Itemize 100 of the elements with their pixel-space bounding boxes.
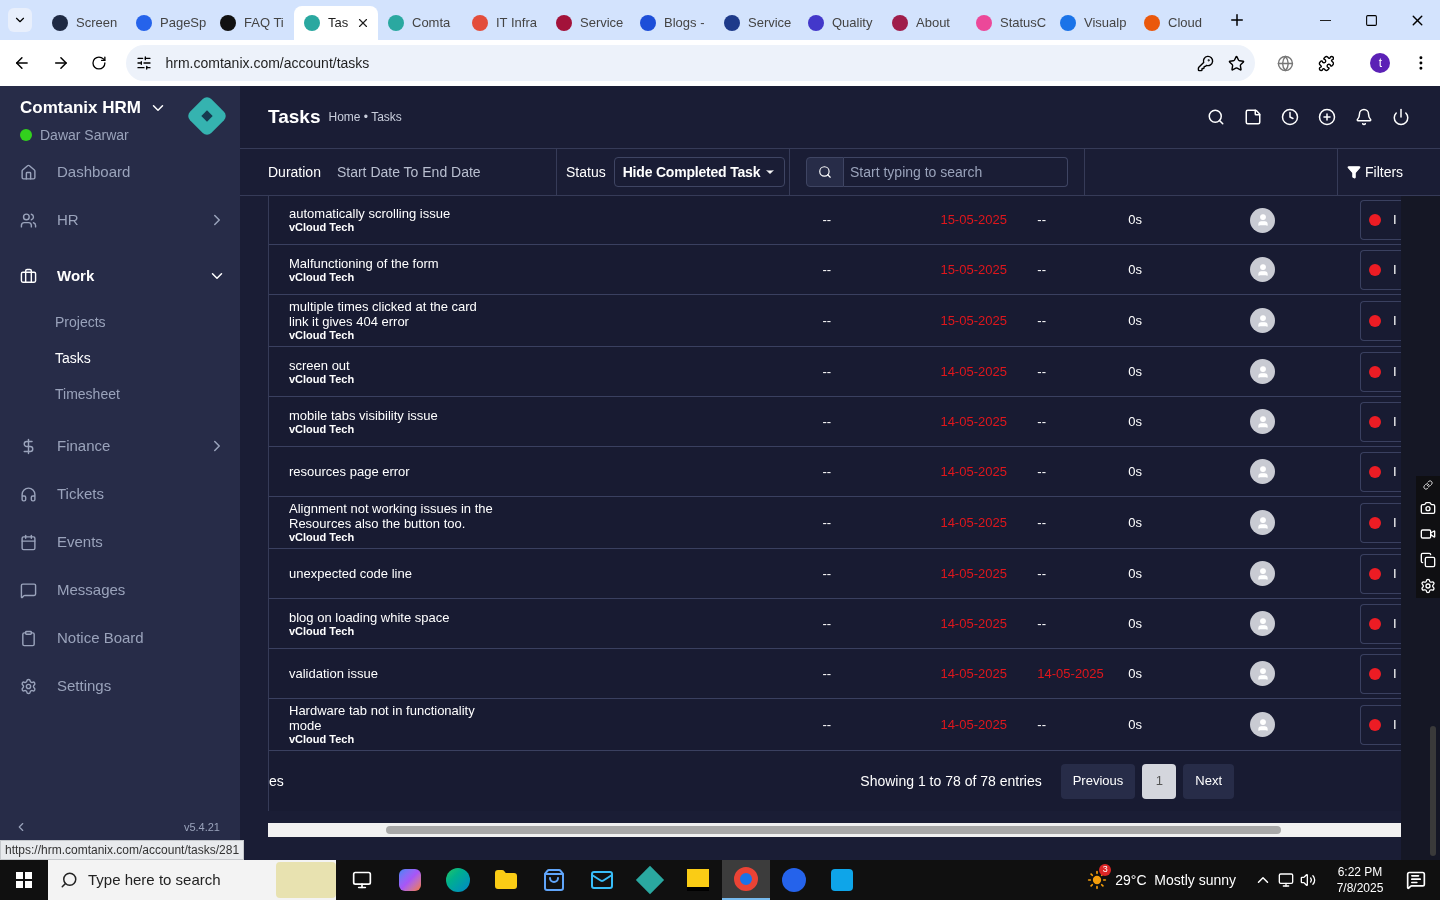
task-title[interactable]: Malfunctioning of the form <box>289 255 499 271</box>
search-icon[interactable] <box>1207 108 1225 126</box>
nav-item[interactable]: HR <box>0 196 240 244</box>
nav-item[interactable]: Finance <box>0 422 240 470</box>
tab-title: About <box>916 14 950 33</box>
status-button[interactable]: I <box>1360 553 1401 594</box>
copy-icon[interactable] <box>1420 552 1436 568</box>
browser-tab[interactable]: Comta <box>378 6 462 40</box>
status-button[interactable]: I <box>1360 300 1401 341</box>
browser-tab[interactable]: IT Infra <box>462 6 546 40</box>
weather-badge: 3 <box>1099 864 1112 876</box>
task-title[interactable]: blog on loading white space <box>289 609 499 625</box>
bell-icon[interactable] <box>1355 108 1373 126</box>
nav-subitem[interactable]: Projects <box>0 304 240 340</box>
task-title[interactable]: mobile tabs visibility issue <box>289 407 499 423</box>
nav-item[interactable]: Tickets <box>0 470 240 518</box>
tab-title: Tas <box>328 14 349 33</box>
browser-tab[interactable]: Service <box>546 6 630 40</box>
power-icon[interactable] <box>1392 108 1410 126</box>
nav-item[interactable]: Events <box>0 518 240 566</box>
reload-icon[interactable] <box>90 55 107 71</box>
browser-tab[interactable]: Service <box>714 6 798 40</box>
nav-subitem[interactable]: Tasks <box>0 340 240 376</box>
settings-icon[interactable] <box>1420 578 1436 594</box>
site-info-icon[interactable] <box>135 55 152 71</box>
status-button[interactable]: I <box>1360 249 1401 290</box>
browser-tab[interactable]: FAQ Ti <box>210 6 294 40</box>
hours-cell-text: 0s <box>1128 260 1143 279</box>
nav-item[interactable]: Work <box>0 248 240 304</box>
task-title[interactable]: resources page error <box>289 464 499 479</box>
start-date: 14-05-2025 <box>940 664 1008 683</box>
nav-item[interactable]: Dashboard <box>0 148 240 196</box>
browser-tab[interactable]: Blogs - <box>630 6 714 40</box>
table-cell-text: -- <box>822 513 833 532</box>
link-icon[interactable] <box>1423 480 1433 490</box>
add-icon[interactable] <box>1318 108 1336 126</box>
task-title[interactable]: Hardware tab not in functionality mode <box>289 703 499 733</box>
pagination-button[interactable]: Previous <box>1060 763 1136 799</box>
task-title[interactable]: validation issue <box>289 666 499 681</box>
back-icon[interactable] <box>13 54 31 72</box>
nav-item[interactable]: Settings <box>0 662 240 710</box>
browser-tab[interactable]: PageSp <box>126 6 210 40</box>
avatar <box>1250 409 1276 434</box>
task-title[interactable]: Alignment not working issues in the Resources also the button too. <box>289 501 499 531</box>
browser-tab[interactable]: About <box>882 6 966 40</box>
note-icon[interactable] <box>1244 108 1262 126</box>
horizontal-scrollbar[interactable] <box>268 823 1401 837</box>
browser-tab[interactable]: StatusC <box>966 6 1050 40</box>
nav-item[interactable]: Notice Board <box>0 614 240 662</box>
address-bar[interactable]: hrm.comtanix.com/account/tasks <box>125 45 1255 81</box>
browser-tab[interactable]: Tas <box>294 6 378 40</box>
globe-icon[interactable] <box>1276 54 1294 72</box>
status-button[interactable]: I <box>1360 603 1401 644</box>
key-icon[interactable] <box>1196 54 1214 72</box>
status-button[interactable]: I <box>1360 653 1401 694</box>
clock[interactable]: 6:22 PM 7/8/2025 <box>1328 864 1392 896</box>
browser-tab[interactable]: Quality <box>798 6 882 40</box>
status-button[interactable]: I <box>1360 351 1401 392</box>
search-icon <box>818 165 832 179</box>
status-button[interactable]: I <box>1360 502 1401 543</box>
nav-subitem[interactable]: Timesheet <box>0 376 240 412</box>
search-field[interactable]: Start typing to search <box>844 157 1068 187</box>
pagination-button[interactable]: Next <box>1183 763 1234 799</box>
status-button[interactable]: I <box>1360 451 1401 492</box>
browser-tab[interactable]: Cloud <box>1134 6 1218 40</box>
browser-tab[interactable]: Screen <box>42 6 126 40</box>
task-title[interactable]: screen out <box>289 357 499 373</box>
volume-icon[interactable] <box>1300 872 1316 888</box>
task-title[interactable]: automatically scrolling issue <box>289 206 499 221</box>
weather-text[interactable]: 29°C Mostly sunny <box>1115 869 1236 891</box>
due-date: -- <box>1037 513 1047 532</box>
date-range-field[interactable]: Start Date To End Date <box>336 161 481 183</box>
profile-avatar[interactable]: t <box>1370 53 1391 73</box>
weather-icon[interactable] <box>1087 870 1108 890</box>
tab-search-button[interactable] <box>8 8 32 32</box>
video-icon[interactable] <box>1420 526 1436 542</box>
pagination-button[interactable]: 1 <box>1142 763 1177 799</box>
status-button[interactable]: I <box>1360 401 1401 442</box>
bookmark-icon[interactable] <box>1227 54 1245 72</box>
network-icon[interactable] <box>1278 872 1294 888</box>
search-button[interactable] <box>806 157 844 187</box>
vertical-scrollbar[interactable] <box>1430 726 1436 856</box>
extensions-icon[interactable] <box>1317 54 1335 72</box>
clock-icon[interactable] <box>1281 108 1299 126</box>
notifications-icon[interactable] <box>1406 870 1426 890</box>
nav-item[interactable]: Messages <box>0 566 240 614</box>
taskbar-search[interactable]: Type here to search <box>48 860 336 900</box>
browser-tab[interactable]: Visualp <box>1050 6 1134 40</box>
camera-icon[interactable] <box>1420 500 1436 516</box>
filters-button[interactable]: Filters <box>1338 149 1404 195</box>
task-title[interactable]: unexpected code line <box>289 566 499 581</box>
tab-title: IT Infra <box>496 14 537 33</box>
start-icon[interactable] <box>16 872 32 888</box>
status-button[interactable]: I <box>1360 200 1401 240</box>
task-title[interactable]: multiple times clicked at the card link it gives 404 error <box>289 299 499 329</box>
status-dropdown[interactable]: Hide Completed Task <box>613 157 786 187</box>
search-icon <box>60 871 78 889</box>
new-tab-icon[interactable] <box>1228 11 1246 29</box>
status-button[interactable]: I <box>1360 704 1401 745</box>
entries-summary: Showing 1 to 78 of 78 entries <box>860 771 1042 791</box>
